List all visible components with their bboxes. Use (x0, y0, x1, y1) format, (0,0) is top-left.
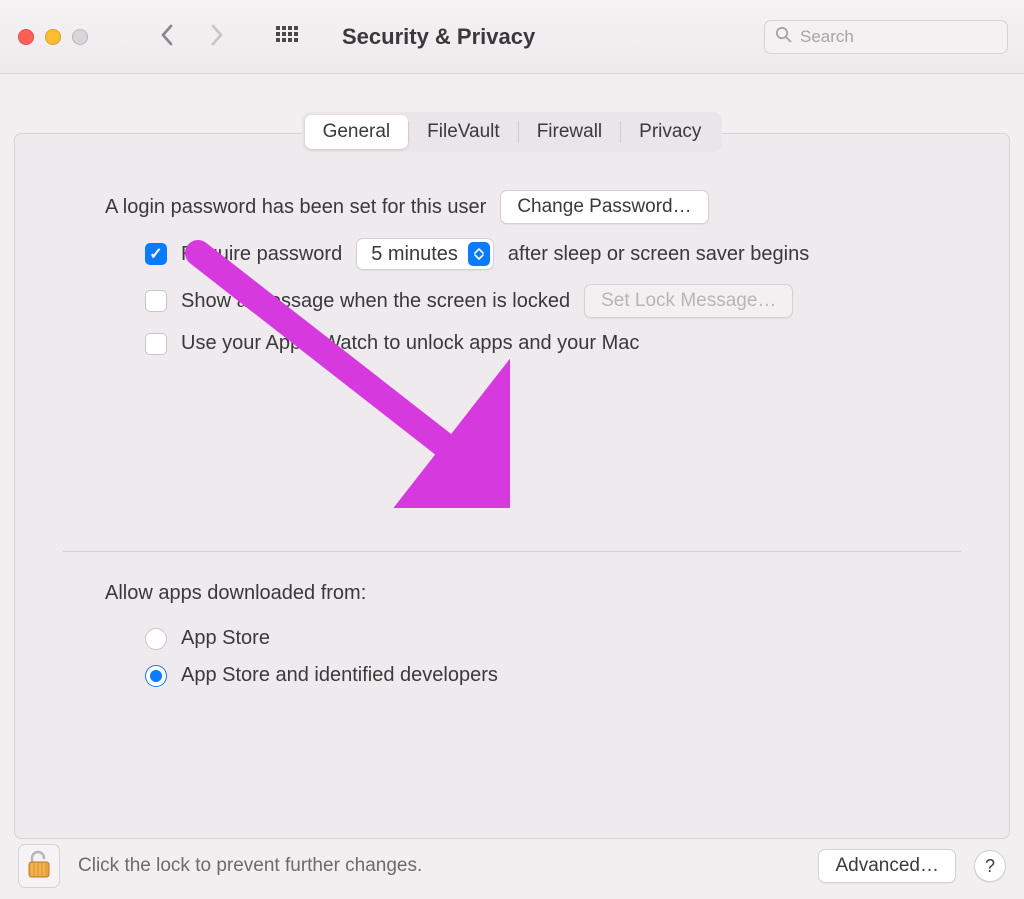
tab-bar: General FileVault Firewall Privacy (302, 112, 723, 152)
radio-appstore-label: App Store (181, 627, 270, 650)
window-controls (18, 29, 88, 45)
help-button[interactable]: ? (974, 850, 1006, 882)
show-message-row: Show a message when the screen is locked… (105, 284, 919, 318)
zoom-window-button[interactable] (72, 29, 88, 45)
lock-button[interactable] (18, 844, 60, 888)
apple-watch-label: Use your Apple Watch to unlock apps and … (181, 332, 639, 355)
set-lock-message-button[interactable]: Set Lock Message… (584, 284, 793, 318)
show-all-button[interactable] (276, 26, 298, 48)
apple-watch-checkbox[interactable] (145, 333, 167, 355)
require-password-row: Require password 5 minutes after sleep o… (105, 238, 919, 270)
close-window-button[interactable] (18, 29, 34, 45)
search-icon (775, 26, 792, 48)
login-password-row: A login password has been set for this u… (105, 190, 919, 224)
require-password-delay-value: 5 minutes (371, 243, 458, 266)
change-password-button[interactable]: Change Password… (500, 190, 708, 224)
tab-general[interactable]: General (305, 115, 409, 149)
nav-arrows (160, 24, 224, 50)
minimize-window-button[interactable] (45, 29, 61, 45)
radio-row-identified: App Store and identified developers (105, 664, 919, 687)
search-input[interactable] (800, 27, 997, 47)
unlocked-padlock-icon (26, 849, 52, 884)
tab-privacy[interactable]: Privacy (621, 115, 719, 149)
back-button[interactable] (160, 24, 174, 50)
select-stepper-icon (468, 242, 490, 266)
radio-identified-developers[interactable] (145, 665, 167, 687)
lock-hint-text: Click the lock to prevent further change… (78, 855, 422, 877)
allow-apps-title: Allow apps downloaded from: (105, 582, 919, 605)
require-password-tail: after sleep or screen saver begins (508, 243, 809, 266)
require-password-delay-select[interactable]: 5 minutes (356, 238, 494, 270)
divider (63, 551, 961, 552)
radio-identified-label: App Store and identified developers (181, 664, 498, 687)
tab-firewall[interactable]: Firewall (519, 115, 620, 149)
show-message-checkbox[interactable] (145, 290, 167, 312)
window-title: Security & Privacy (342, 24, 535, 50)
search-field[interactable] (764, 20, 1008, 54)
tab-filevault[interactable]: FileVault (409, 115, 518, 149)
require-password-checkbox[interactable] (145, 243, 167, 265)
show-message-label: Show a message when the screen is locked (181, 290, 570, 313)
require-password-label: Require password (181, 243, 342, 266)
radio-row-appstore: App Store (105, 627, 919, 650)
advanced-button[interactable]: Advanced… (818, 849, 956, 883)
main-panel: A login password has been set for this u… (14, 133, 1010, 839)
forward-button[interactable] (210, 24, 224, 50)
login-password-text: A login password has been set for this u… (105, 196, 486, 219)
radio-appstore[interactable] (145, 628, 167, 650)
apple-watch-row: Use your Apple Watch to unlock apps and … (105, 332, 919, 355)
toolbar: Security & Privacy (0, 0, 1024, 74)
footer: Click the lock to prevent further change… (0, 833, 1024, 899)
